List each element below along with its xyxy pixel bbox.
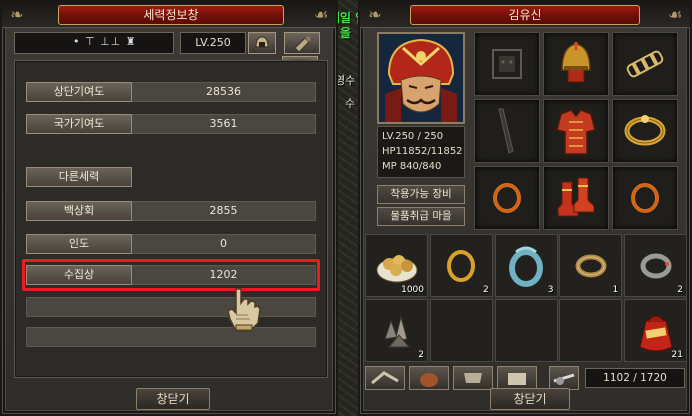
inventory-toolbar: 1102 / 1720	[365, 366, 687, 390]
window-title: 세력정보창	[58, 5, 284, 25]
stat-row-indo: 인도 0	[26, 234, 316, 254]
map-fragment-text-2: 수	[345, 97, 356, 110]
inventory-slot[interactable]: 2	[624, 234, 687, 297]
stat-row-sangdan: 상단기여도 28536	[26, 82, 316, 102]
inventory-slot[interactable]: 1000	[365, 234, 428, 297]
sort-icon-button[interactable]	[365, 366, 405, 390]
dumpling-bowl-icon	[376, 254, 417, 282]
equip-slot-helmet[interactable]	[543, 32, 609, 96]
item-quantity: 2	[418, 350, 424, 360]
equip-slot-weapon-placeholder[interactable]	[474, 99, 540, 163]
item-trade-village-button[interactable]: 물품취급 마을	[377, 207, 465, 226]
mask-icon-button[interactable]	[453, 366, 493, 390]
ornament-icon: ☙	[313, 5, 329, 24]
equip-slot-armor-placeholder[interactable]	[474, 32, 540, 96]
other-power-row: 다른세력	[26, 167, 316, 187]
inventory-slot[interactable]: 21	[624, 299, 687, 362]
mp-line: MP 840/840	[382, 161, 442, 172]
stat-row-baeksanghoe: 백상회 2855	[26, 201, 316, 221]
inventory-slot[interactable]: 2	[429, 234, 493, 297]
equip-slot-ring-left[interactable]	[474, 166, 540, 230]
empty-stat-row	[26, 297, 316, 317]
close-window-button[interactable]: 창닫기	[136, 388, 210, 410]
equipable-gear-button[interactable]: 착용가능 장비	[377, 185, 465, 204]
inventory-slot-empty[interactable]	[559, 299, 623, 362]
stat-value: 0	[132, 234, 316, 254]
inventory-slot[interactable]: 1	[559, 234, 623, 297]
window-title: 김유신	[410, 5, 640, 25]
equip-slot-ring-right[interactable]	[612, 166, 678, 230]
character-window: ❧ 김유신 ☙ LV.250 / 250 HP11852/11852 MP 84…	[358, 0, 692, 416]
inventory-slot-empty[interactable]	[429, 299, 493, 362]
stat-value: 28536	[132, 82, 316, 102]
level-line: LV.250 / 250	[382, 131, 444, 142]
jade-dragon-ring-icon	[509, 246, 543, 287]
item-quantity: 3	[547, 285, 554, 295]
daily-quest-label-2: 을	[340, 26, 352, 40]
item-quantity: 2	[483, 285, 489, 295]
title-bar[interactable]: ❧ 세력정보창 ☙	[2, 2, 336, 28]
helmet-icon-button[interactable]	[248, 32, 276, 54]
name-field: • ⊤ ⊥⊥ ♜	[14, 32, 174, 54]
empty-stat-bar	[26, 327, 316, 347]
ornament-icon: ❧	[368, 5, 382, 24]
item-quantity: 2	[677, 285, 683, 295]
weight-display: 1102 / 1720	[585, 368, 685, 388]
equip-slot-boots[interactable]	[543, 166, 609, 230]
stat-value: 3561	[132, 114, 316, 134]
ore-crystal-icon	[383, 314, 410, 347]
close-window-button[interactable]: 창닫기	[490, 388, 570, 410]
item-quantity: 1000	[401, 285, 424, 295]
hp-line: HP11852/11852	[382, 146, 463, 157]
item-quantity: 1	[612, 285, 619, 295]
stat-label[interactable]: 상단기여도	[26, 82, 132, 102]
pouch-icon-button[interactable]	[409, 366, 449, 390]
inventory-grid: 1000 2 3 1 2 2 21	[365, 234, 687, 362]
equip-slot-body-armor[interactable]	[543, 99, 609, 163]
chest-icon-button[interactable]	[497, 366, 537, 390]
level-box: LV.250	[180, 32, 246, 54]
empty-stat-bar	[26, 297, 316, 317]
equip-slot-gold-belt[interactable]	[612, 99, 678, 163]
ornament-icon: ☙	[667, 5, 683, 24]
inventory-slot-empty[interactable]	[494, 299, 558, 362]
title-bar[interactable]: ❧ 김유신 ☙	[360, 2, 690, 28]
name-marks: • ⊤ ⊥⊥ ♜	[73, 35, 137, 48]
item-quantity: 21	[671, 350, 683, 360]
scroll-icon-button[interactable]	[284, 32, 320, 54]
inventory-slot[interactable]: 3	[494, 234, 558, 297]
character-stats: LV.250 / 250 HP11852/11852 MP 840/840	[377, 126, 465, 178]
equipment-grid	[474, 32, 678, 230]
ornament-icon: ❧	[10, 5, 24, 24]
weight-icon-button[interactable]	[549, 366, 579, 390]
equip-slot-bracer[interactable]	[612, 32, 678, 96]
stat-row-gukga: 국가기여도 3561	[26, 114, 316, 134]
inventory-slot[interactable]: 2	[365, 299, 428, 362]
other-power-button[interactable]: 다른세력	[26, 167, 132, 187]
silver-ring-icon	[640, 253, 671, 278]
stat-label[interactable]: 국가기여도	[26, 114, 132, 134]
character-portrait	[377, 32, 465, 124]
stat-label[interactable]: 백상회	[26, 201, 132, 221]
empty-stat-row	[26, 327, 316, 347]
bronze-ring-icon	[575, 254, 607, 277]
map-fragment-text: 영수	[335, 74, 356, 87]
hand-cursor-icon	[224, 285, 264, 333]
gift-sack-icon	[638, 315, 673, 351]
highlight-box	[22, 259, 320, 291]
info-header: • ⊤ ⊥⊥ ♜ LV.250	[14, 32, 324, 54]
power-info-window: ❧ 세력정보창 ☙ • ⊤ ⊥⊥ ♜ LV.250 상단기여도 28536 국가…	[0, 0, 338, 416]
gold-ring-icon	[447, 249, 476, 282]
stat-label[interactable]: 인도	[26, 234, 132, 254]
stat-value: 2855	[132, 201, 316, 221]
